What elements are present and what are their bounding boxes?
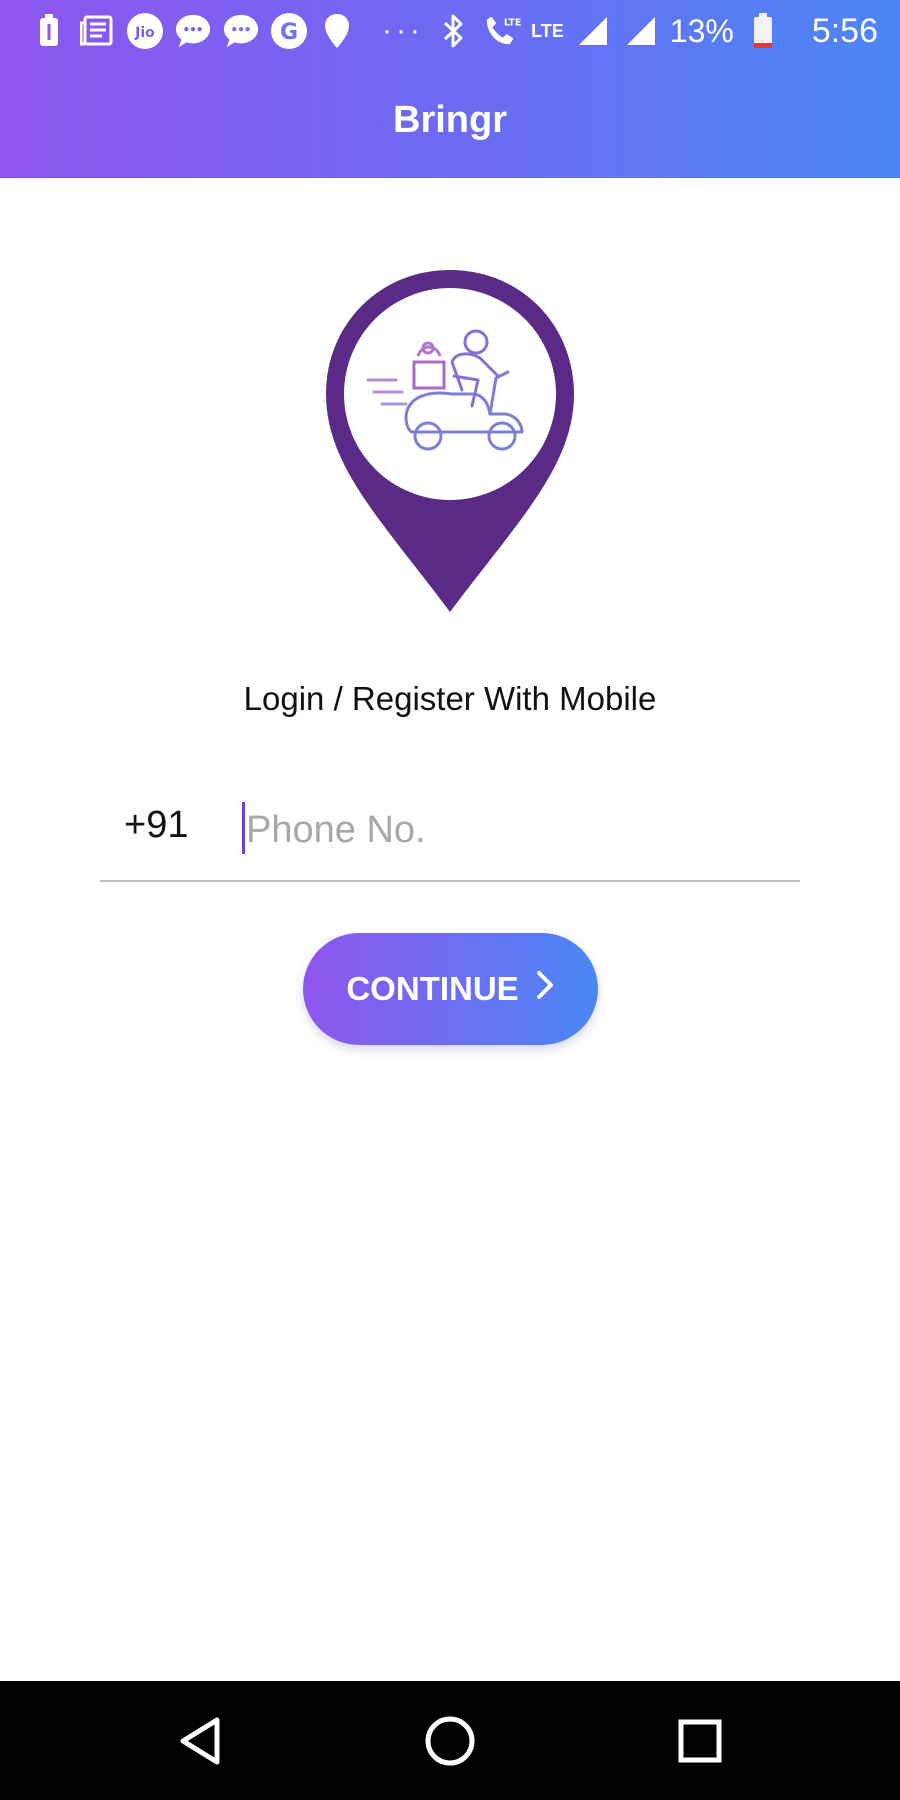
phone-field: +91: [100, 790, 800, 882]
battery-saver-icon: [30, 12, 68, 50]
battery-percent: 13%: [669, 12, 734, 49]
svg-text:G: G: [280, 20, 298, 45]
country-code[interactable]: +91: [124, 804, 188, 847]
news-icon: [78, 12, 116, 50]
continue-button-label: CONTINUE: [346, 970, 519, 1007]
home-icon[interactable]: [418, 1709, 482, 1773]
network-type-label: LTE: [531, 20, 564, 41]
location-icon: [318, 12, 356, 50]
continue-button[interactable]: CONTINUE: [303, 933, 598, 1045]
chevron-right-icon: [535, 970, 555, 1008]
status-bar: Jio G ··· LTE LTE 13% 5:56: [0, 0, 900, 62]
jio-icon: Jio: [126, 12, 164, 50]
navigation-bar: [0, 1681, 900, 1800]
svg-text:Jio: Jio: [134, 25, 155, 41]
volte-call-icon: LTE: [483, 12, 521, 50]
bluetooth-icon: [435, 12, 473, 50]
clock: 5:56: [811, 11, 878, 50]
phone-number-input[interactable]: [242, 794, 782, 866]
system-icons: LTE LTE 13% 5:56: [435, 10, 878, 52]
notification-icons: Jio G ···: [30, 10, 424, 52]
more-notifications-icon: ···: [382, 14, 424, 47]
google-icon: G: [270, 12, 308, 50]
message-icon: [174, 12, 212, 50]
delivery-scooter-pin-icon: [322, 266, 578, 616]
message-icon: [222, 12, 260, 50]
top-bar: Jio G ··· LTE LTE 13% 5:56 Bringr: [0, 0, 900, 178]
app-title: Bringr: [393, 98, 507, 141]
login-heading: Login / Register With Mobile: [243, 680, 657, 717]
battery-low-icon: [744, 12, 782, 50]
text-cursor: [242, 802, 245, 854]
login-screen: Jio G ··· LTE LTE 13% 5:56 Bringr Login …: [0, 0, 900, 1800]
signal-icon: [622, 12, 660, 50]
signal-icon: [574, 12, 612, 50]
svg-text:LTE: LTE: [504, 17, 521, 28]
recents-icon[interactable]: [668, 1709, 732, 1773]
back-icon[interactable]: [168, 1709, 232, 1773]
